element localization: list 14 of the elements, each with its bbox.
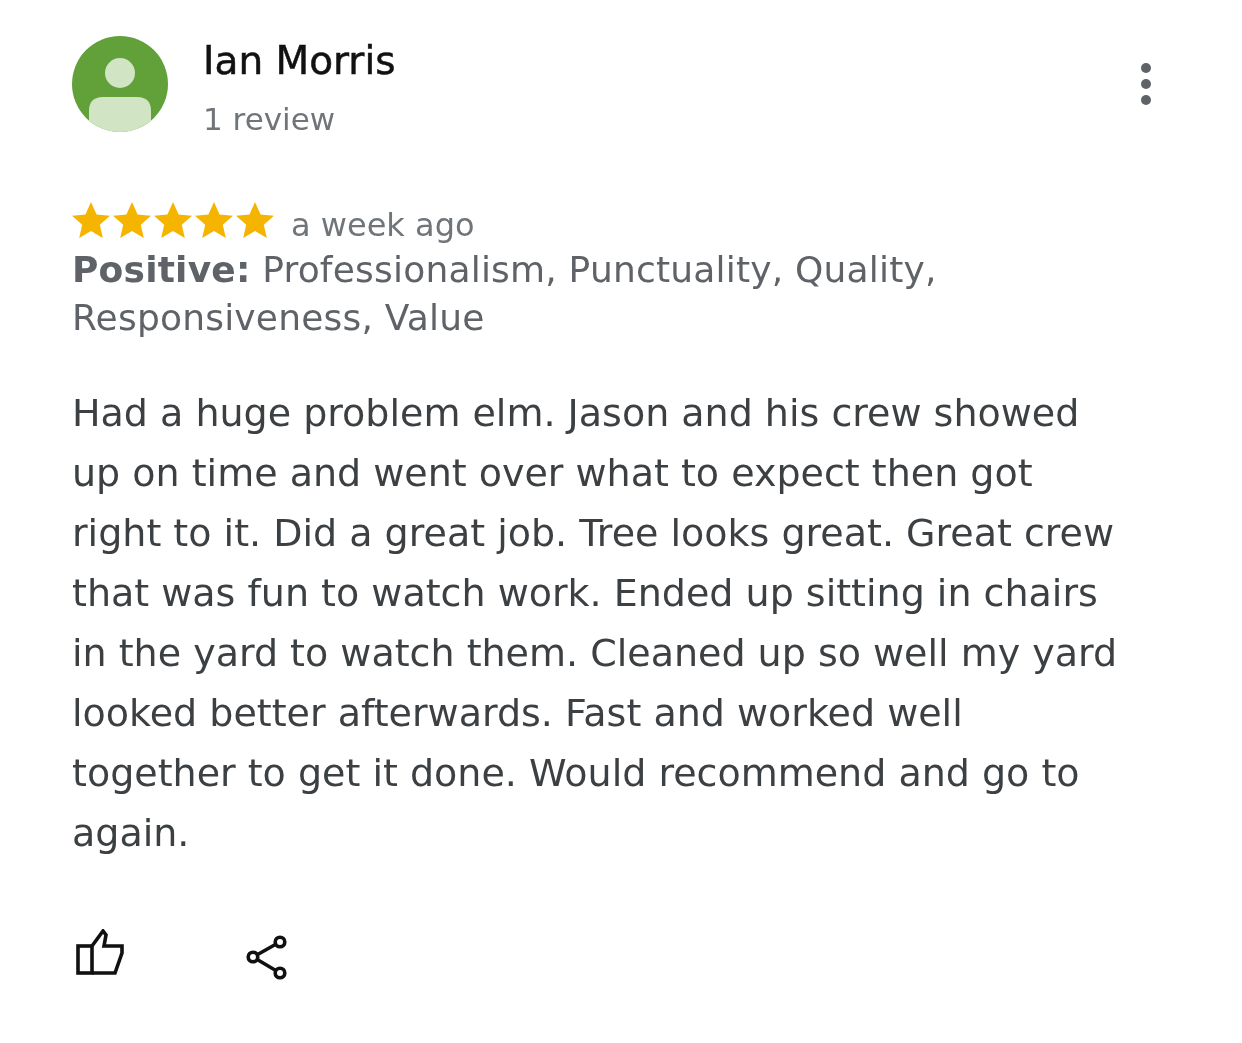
star-icon <box>236 201 274 239</box>
review-time: a week ago <box>291 205 475 245</box>
thumbs-up-icon[interactable] <box>76 929 124 975</box>
star-icon <box>72 201 110 239</box>
reviewer-name[interactable]: Ian Morris <box>203 36 396 86</box>
review-text: Had a huge problem elm. Jason and his crew showed up on time and went over what to expect then got right to it. Did a great job. Tree looks great. Great crew that was fun to watch work. Ended up sitting in chairs in the yard to watch them. Cleaned up so well my yard looked better afterwards. Fast and worked well together to get it done. Would recommend and go to again. <box>72 390 1119 857</box>
star-icon <box>113 201 151 239</box>
review-count: 1 review <box>203 100 336 139</box>
more-menu-icon[interactable] <box>1141 63 1151 105</box>
review-attributes: Positive: Professionalism, Punctuality, Quality, Responsiveness, Value <box>72 248 938 340</box>
star-icon <box>195 201 233 239</box>
star-icon <box>154 201 192 239</box>
share-icon[interactable] <box>246 935 288 980</box>
avatar-icon <box>72 36 168 132</box>
